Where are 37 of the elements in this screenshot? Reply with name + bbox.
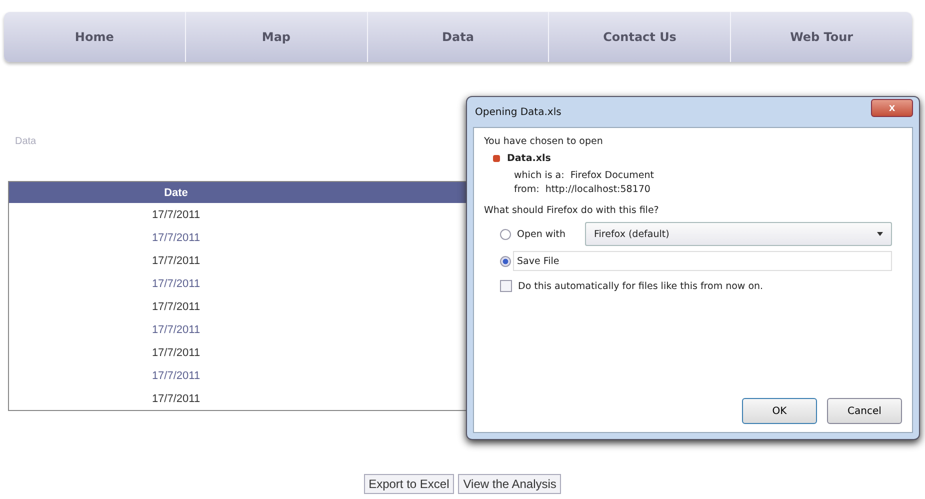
ok-button[interactable]: OK xyxy=(742,398,817,424)
checkbox[interactable] xyxy=(500,280,512,292)
dialog-title: Opening Data.xls xyxy=(475,106,562,118)
from-value: http://localhost:58170 xyxy=(545,184,650,195)
page-title: Data xyxy=(15,136,36,147)
table-cell: 17/7/2011 xyxy=(8,226,343,249)
cancel-button[interactable]: Cancel xyxy=(827,398,902,424)
table-cell: 17/7/2011 xyxy=(8,272,343,295)
nav-tab[interactable]: Data xyxy=(368,12,550,62)
table-cell: 17/7/2011 xyxy=(8,318,343,341)
radio-button[interactable] xyxy=(500,256,511,266)
table-cell: 17/7/2011 xyxy=(8,341,343,364)
intro-text: You have chosen to open xyxy=(484,136,603,147)
from-label: from: xyxy=(514,184,540,195)
question-text: What should Firefox do with this file? xyxy=(484,205,659,216)
type-label: which is a: xyxy=(514,170,564,181)
column-header: Date xyxy=(8,182,343,203)
nav-tab[interactable]: Web Tour xyxy=(731,12,912,62)
caret-icon xyxy=(877,232,883,236)
table-cell: 17/7/2011 xyxy=(8,387,343,410)
nav-tab[interactable]: Contact Us xyxy=(549,12,732,62)
table-cell: 17/7/2011 xyxy=(8,203,343,226)
table-cell: 17/7/2011 xyxy=(8,295,343,318)
checkbox-label[interactable]: Do this automatically for files like this from now on. xyxy=(518,280,764,292)
type-value: Firefox Document xyxy=(570,170,654,181)
analysis-button[interactable]: View the Analysis xyxy=(458,474,562,494)
option-label[interactable]: Save File xyxy=(513,251,892,271)
table-cell: 17/7/2011 xyxy=(8,364,343,387)
radio-button[interactable] xyxy=(500,228,511,240)
file-icon xyxy=(492,154,501,163)
app-dropdown[interactable]: Firefox (default) xyxy=(585,222,892,246)
table-cell: 17/7/2011 xyxy=(8,249,343,272)
nav-tab[interactable]: Home xyxy=(4,12,186,62)
export-button[interactable]: Export to Excel xyxy=(364,474,454,494)
option-label[interactable]: Open with xyxy=(517,228,579,240)
file-name: Data.xls xyxy=(507,153,551,164)
nav-tab[interactable]: Map xyxy=(186,12,368,62)
